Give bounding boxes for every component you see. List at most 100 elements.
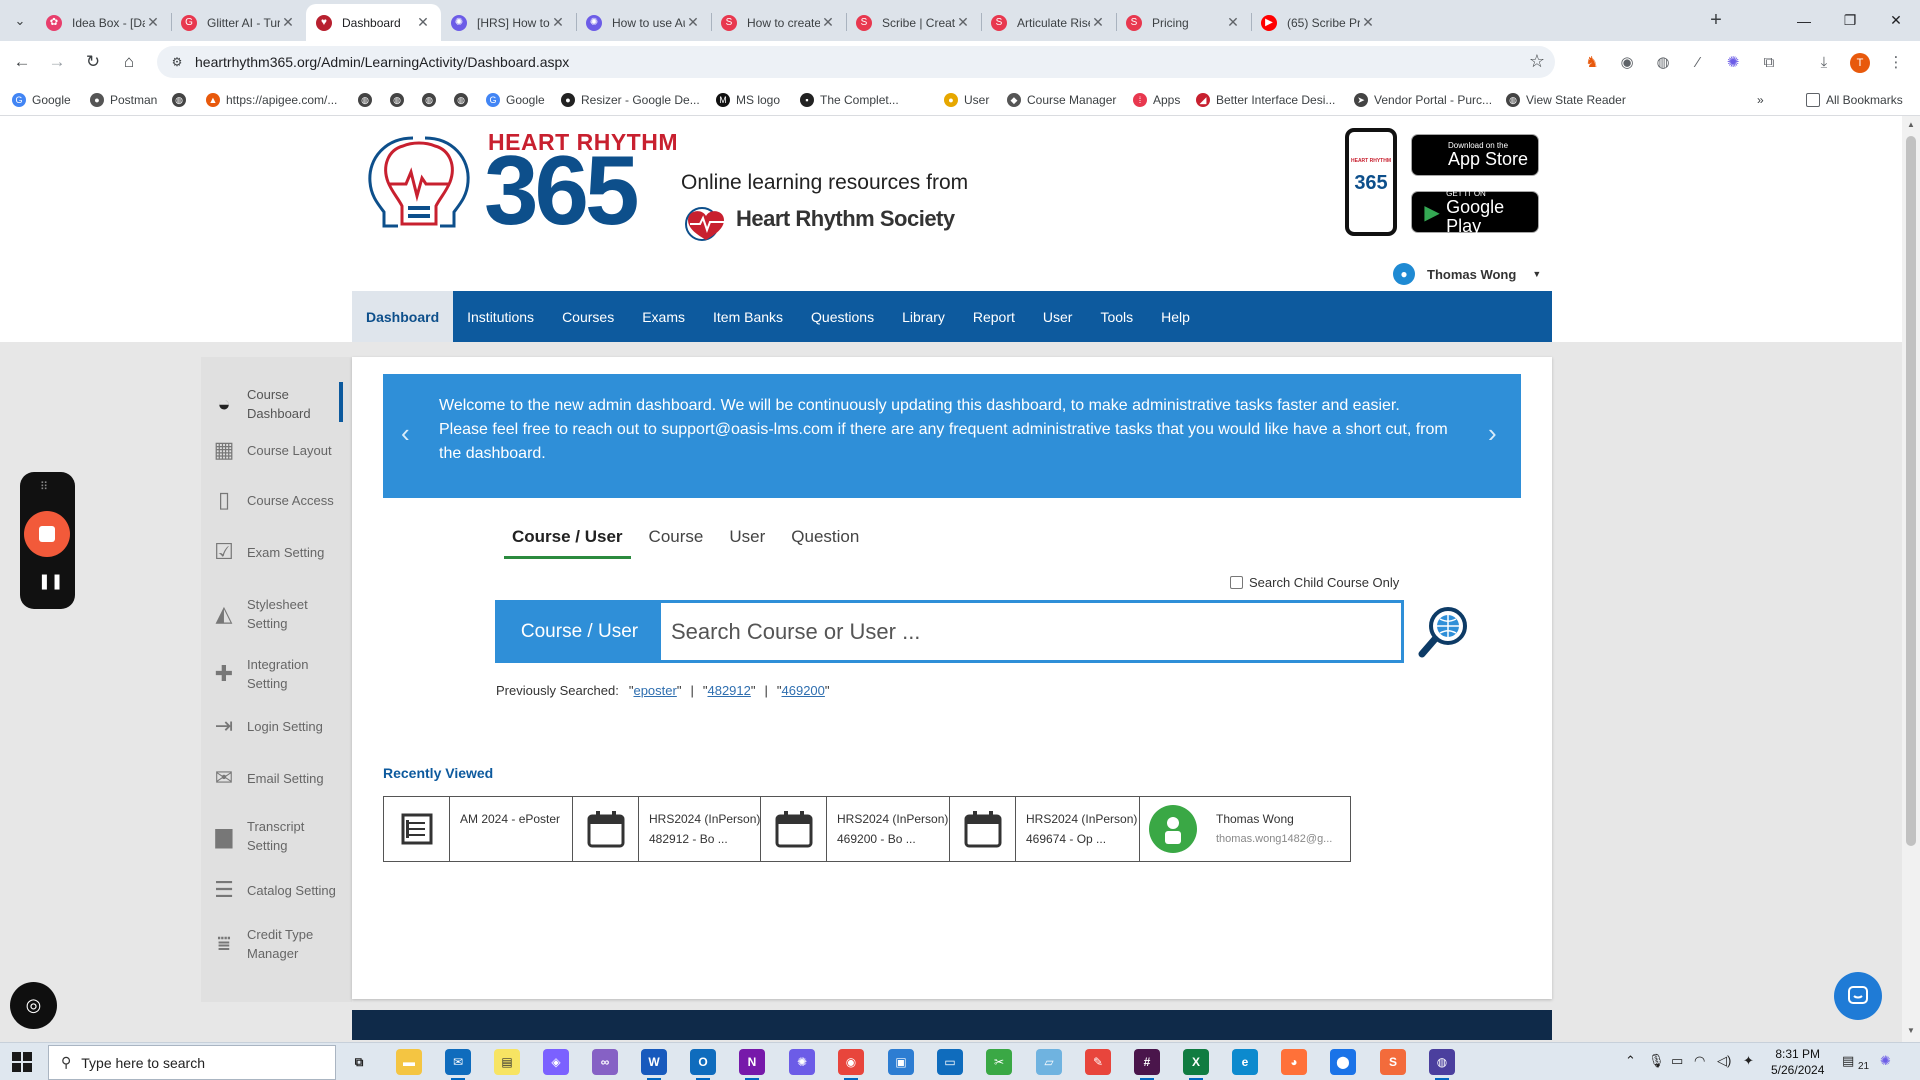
- bookmark-item[interactable]: ◍: [454, 91, 474, 109]
- all-bookmarks-button[interactable]: All Bookmarks: [1806, 91, 1903, 109]
- extension-icon[interactable]: ♞: [1582, 52, 1602, 72]
- chat-support-icon[interactable]: [1834, 972, 1882, 1020]
- sidebar-item-catalog-setting[interactable]: ☰ Catalog Setting: [201, 877, 352, 903]
- file-explorer-icon[interactable]: ▬: [396, 1049, 422, 1075]
- wand-extension-icon[interactable]: ⁄: [1688, 52, 1708, 72]
- nav-item-dashboard[interactable]: Dashboard: [352, 291, 454, 342]
- bookmark-item[interactable]: ▪ The Complet...: [800, 91, 899, 109]
- maps-icon[interactable]: ⬤: [1330, 1049, 1356, 1075]
- bookmark-item[interactable]: ➤ Vendor Portal - Purc...: [1354, 91, 1492, 109]
- page-scrollbar[interactable]: ▲ ▼: [1902, 116, 1920, 1042]
- sidebar-item-stylesheet-setting[interactable]: ◭ Stylesheet Setting: [201, 595, 352, 633]
- sidebar-item-course-layout[interactable]: ▦ Course Layout: [201, 437, 352, 463]
- bookmark-item[interactable]: ◍: [172, 91, 192, 109]
- sidebar-item-email-setting[interactable]: ✉ Email Setting: [201, 765, 352, 791]
- heart-rhythm-365-logo[interactable]: HEART RHYTHM 365 Online learning resourc…: [358, 126, 978, 241]
- search-child-course-only[interactable]: Search Child Course Only: [1230, 575, 1399, 590]
- browser-menu-icon[interactable]: ⋮: [1886, 52, 1906, 72]
- stop-recording-button[interactable]: [24, 511, 70, 557]
- nav-item-exams[interactable]: Exams: [628, 291, 699, 342]
- google-play-badge[interactable]: ▶ GET IT ON Google Play: [1411, 189, 1539, 235]
- banner-next-chevron-icon[interactable]: ›: [1488, 418, 1497, 449]
- previous-search-link[interactable]: 469200: [782, 683, 825, 698]
- browser-tab[interactable]: ✿ Idea Box - [David]✕: [36, 4, 171, 41]
- drag-grip-icon[interactable]: ⠿: [40, 480, 49, 493]
- banner-prev-chevron-icon[interactable]: ‹: [401, 418, 410, 449]
- sidebar-item-course-dashboard[interactable]: ◒ Course Dashboard: [201, 385, 352, 423]
- address-bar[interactable]: ⚙ heartrhythm365.org/Admin/LearningActiv…: [157, 46, 1555, 78]
- restore-window-icon[interactable]: ❐: [1827, 0, 1873, 41]
- tray-chevron-up-icon[interactable]: ⌃: [1625, 1053, 1636, 1069]
- nav-item-help[interactable]: Help: [1147, 291, 1204, 342]
- home-icon[interactable]: ⌂: [114, 47, 144, 77]
- browser-tab[interactable]: S Scribe | Create Ste✕: [846, 4, 981, 41]
- browser-tab[interactable]: ♥ Dashboard ✕: [306, 4, 441, 41]
- recently-viewed-card[interactable]: Thomas Wong thomas.wong1482@g...: [1139, 796, 1351, 862]
- windows-start-icon[interactable]: [12, 1052, 32, 1072]
- forward-arrow-icon[interactable]: →: [42, 47, 72, 77]
- monitor-icon[interactable]: ▭: [937, 1049, 963, 1075]
- task-view-icon[interactable]: ⧉: [346, 1049, 372, 1075]
- nav-item-tools[interactable]: Tools: [1086, 291, 1147, 342]
- nav-item-questions[interactable]: Questions: [797, 291, 888, 342]
- bookmark-item[interactable]: ● Postman: [90, 91, 157, 109]
- nav-item-report[interactable]: Report: [959, 291, 1029, 342]
- onenote-icon[interactable]: N: [739, 1049, 765, 1075]
- reload-icon[interactable]: ↻: [78, 47, 108, 77]
- chat-extension-icon[interactable]: ◍: [1653, 52, 1673, 72]
- notepad-icon[interactable]: ▱: [1036, 1049, 1062, 1075]
- tab-close-icon[interactable]: ✕: [1090, 14, 1106, 31]
- bookmark-item[interactable]: ◍: [390, 91, 410, 109]
- edge-icon[interactable]: e: [1232, 1049, 1258, 1075]
- recently-viewed-card[interactable]: AM 2024 - ePoster: [383, 796, 595, 862]
- tab-close-icon[interactable]: ✕: [415, 14, 431, 31]
- recently-viewed-card[interactable]: HRS2024 (InPerson) - 469674 - Op ...: [949, 796, 1161, 862]
- bookmark-item[interactable]: ● Resizer - Google De...: [561, 91, 700, 109]
- bookmark-item[interactable]: ◢ Better Interface Desi...: [1196, 91, 1335, 109]
- sidebar-item-integration-setting[interactable]: ✚ Integration Setting: [201, 655, 352, 693]
- scribe-extension-icon[interactable]: ✺: [1723, 52, 1743, 72]
- browser-tab[interactable]: S Articulate Rise X S✕: [981, 4, 1116, 41]
- new-tab-button[interactable]: +: [1703, 8, 1729, 34]
- wifi-icon[interactable]: ◠: [1694, 1053, 1705, 1069]
- nav-item-library[interactable]: Library: [888, 291, 959, 342]
- child-only-checkbox[interactable]: [1230, 576, 1243, 589]
- chrome-icon[interactable]: ◉: [838, 1049, 864, 1075]
- mail-icon[interactable]: ✉: [445, 1049, 471, 1075]
- snipping-tool-icon[interactable]: ✂: [986, 1049, 1012, 1075]
- browser-tab[interactable]: S How to create an✕: [711, 4, 846, 41]
- tab-close-icon[interactable]: ✕: [145, 14, 161, 31]
- bookmark-item[interactable]: ◆ Course Manager: [1007, 91, 1116, 109]
- excel-icon[interactable]: X: [1183, 1049, 1209, 1075]
- notifications-icon[interactable]: ▤: [1842, 1053, 1854, 1069]
- bookmark-item[interactable]: G Google: [486, 91, 545, 109]
- tab-close-icon[interactable]: ✕: [550, 14, 566, 31]
- outlook-icon[interactable]: O: [690, 1049, 716, 1075]
- tab-search-chevron-icon[interactable]: ⌄: [8, 9, 32, 33]
- nav-item-institutions[interactable]: Institutions: [453, 291, 548, 342]
- bookmark-item[interactable]: ● User: [944, 91, 989, 109]
- bookmark-star-icon[interactable]: ☆: [1529, 51, 1545, 72]
- taskbar-search-box[interactable]: ⚲ Type here to search: [48, 1045, 336, 1080]
- browser-tab[interactable]: ✺ [HRS] How to make✕: [441, 4, 576, 41]
- bookmark-item[interactable]: ◍: [422, 91, 442, 109]
- pause-recording-icon[interactable]: ❚❚: [38, 572, 63, 590]
- system-clock[interactable]: 8:31 PM 5/26/2024: [1771, 1046, 1824, 1078]
- previous-search-link[interactable]: 482912: [707, 683, 750, 698]
- recently-viewed-card[interactable]: HRS2024 (InPerson) - 482912 - Bo ...: [572, 796, 784, 862]
- search-tab-question[interactable]: Question: [783, 527, 867, 559]
- tab-close-icon[interactable]: ✕: [1360, 14, 1376, 31]
- microphone-icon[interactable]: 🎙: [1648, 1053, 1665, 1069]
- bookmark-item[interactable]: ◍: [358, 91, 378, 109]
- sidebar-item-credit-type-manager[interactable]: ⩸ Credit Type Manager: [201, 925, 352, 963]
- sticky-notes-icon[interactable]: ▤: [494, 1049, 520, 1075]
- extensions-puzzle-icon[interactable]: ⧉: [1759, 52, 1779, 72]
- search-tab-course-user[interactable]: Course / User: [504, 527, 631, 559]
- recently-viewed-card[interactable]: HRS2024 (InPerson) - 469200 - Bo ...: [760, 796, 972, 862]
- slack-icon[interactable]: #: [1134, 1049, 1160, 1075]
- visual-studio-icon[interactable]: ∞: [592, 1049, 618, 1075]
- back-arrow-icon[interactable]: ←: [7, 47, 37, 77]
- tab-close-icon[interactable]: ✕: [280, 14, 296, 31]
- user-menu[interactable]: ● Thomas Wong ▼: [1393, 262, 1541, 286]
- scribe-app-icon[interactable]: ✺: [789, 1049, 815, 1075]
